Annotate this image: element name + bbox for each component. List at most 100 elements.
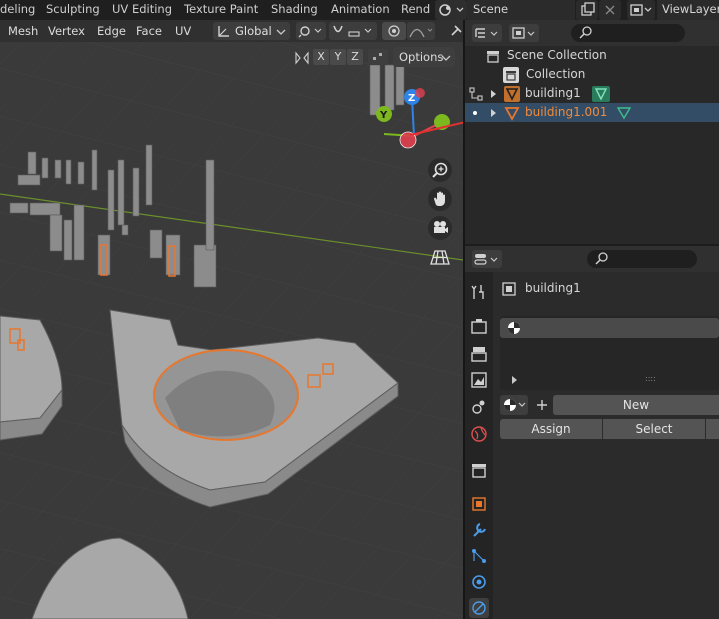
mirror-icon (295, 51, 309, 65)
outliner-row-label: Scene Collection (507, 48, 607, 62)
view-layer-tab-icon[interactable] (469, 370, 489, 390)
workspace-tab-shading[interactable]: Shading (271, 0, 318, 20)
face-menu[interactable]: Face (136, 20, 162, 42)
object-tab-icon[interactable] (469, 494, 489, 514)
scene-icon (439, 4, 464, 16)
camera-view-button[interactable] (428, 216, 452, 240)
outliner-row-label: building1 (525, 86, 581, 100)
overlay-toggle[interactable] (368, 49, 388, 65)
viewport-header: Mesh Vertex Edge Face UV Global (0, 20, 463, 42)
properties-search-input[interactable] (587, 250, 697, 268)
material-sphere-icon (508, 322, 520, 334)
transform-orientation-dropdown[interactable]: Global (213, 22, 290, 40)
grid-perspective-icon (430, 250, 450, 265)
proportional-edit-icon (388, 25, 400, 37)
workspace-bar: deling Sculpting UV Editing Texture Pain… (0, 0, 719, 20)
pivot-icon (298, 26, 322, 38)
outliner-row-scene-collection[interactable]: Scene Collection (465, 46, 719, 65)
properties-header (465, 246, 719, 272)
material-sphere-icon (504, 399, 526, 411)
deselect-material-button[interactable] (706, 419, 719, 439)
select-material-button[interactable]: Select (603, 419, 705, 439)
mirror-y-toggle[interactable]: Y (330, 49, 346, 65)
chevron-down-icon (441, 55, 451, 61)
proportional-editing-toggle[interactable] (382, 22, 406, 40)
new-scene-button[interactable] (576, 0, 598, 20)
mirror-z-toggle[interactable]: Z (347, 49, 363, 65)
workspace-tab-rendering[interactable]: Rend (401, 0, 430, 20)
scene-name-field[interactable]: Scene (467, 0, 575, 20)
workspace-tab-uv-editing[interactable]: UV Editing (112, 0, 172, 20)
proportional-falloff-dropdown[interactable] (407, 22, 435, 40)
mirror-x-toggle[interactable]: X (313, 49, 329, 65)
outliner-view-icon (475, 28, 498, 38)
scene-selector-button[interactable] (435, 0, 467, 20)
material-slot-row[interactable] (500, 318, 719, 338)
outliner-header (465, 20, 719, 46)
perspective-toggle-button[interactable] (428, 245, 452, 269)
view-layer-name-field[interactable]: ViewLayer (657, 0, 719, 20)
delete-scene-button[interactable] (599, 0, 621, 20)
filter-dropdown[interactable] (509, 24, 539, 42)
expand-arrow-icon[interactable] (489, 105, 499, 121)
snap-dropdown[interactable] (329, 22, 377, 40)
workspace-tab-modeling[interactable]: deling (0, 0, 35, 20)
physics-tab-icon[interactable] (469, 572, 489, 592)
vertex-menu[interactable]: Vertex (48, 20, 85, 42)
options-dropdown[interactable]: Options (393, 47, 455, 67)
workspace-tab-animation[interactable]: Animation (331, 0, 390, 20)
collection-icon (503, 67, 519, 83)
edge-menu[interactable]: Edge (97, 20, 126, 42)
workspace-tab-sculpting[interactable]: Sculpting (46, 0, 100, 20)
object-icon (502, 282, 516, 296)
list-resize-handle[interactable]: :::: (645, 374, 656, 383)
zoom-button[interactable] (428, 158, 452, 182)
pivot-point-dropdown[interactable] (296, 22, 326, 40)
expand-list-icon[interactable] (510, 375, 520, 385)
scene-collection-icon (487, 51, 499, 63)
close-icon (605, 5, 615, 15)
new-material-button[interactable]: New (553, 395, 719, 415)
outliner-row-label: building1.001 (525, 105, 608, 119)
constraints-tab-icon[interactable] (469, 598, 489, 618)
hand-icon (434, 191, 445, 206)
browse-material-dropdown[interactable] (500, 395, 528, 415)
duplicate-icon (581, 2, 595, 16)
assign-material-button[interactable]: Assign (500, 419, 602, 439)
view-layer-selector-button[interactable] (627, 0, 655, 20)
properties-editor-icon (474, 254, 498, 265)
outliner-row-building1-001[interactable]: building1.001 (465, 103, 719, 122)
scene-tab-icon[interactable] (469, 397, 489, 417)
outliner-row-collection[interactable]: Collection (465, 65, 719, 84)
expand-arrow-icon[interactable] (489, 86, 499, 102)
plus-icon[interactable] (535, 398, 549, 412)
view-layer-icon (630, 4, 652, 16)
orientation-icon (218, 26, 229, 37)
modifier-tab-icon[interactable] (469, 520, 489, 540)
search-icon (595, 252, 608, 265)
display-mode-dropdown[interactable] (472, 24, 502, 42)
pan-button[interactable] (428, 187, 452, 211)
3d-viewport[interactable]: Y Z (0, 20, 463, 619)
editor-type-dropdown[interactable] (472, 250, 502, 268)
uv-menu[interactable]: UV (175, 20, 191, 42)
pin-icon[interactable] (449, 22, 463, 40)
mesh-menu[interactable]: Mesh (8, 20, 38, 42)
outliner-search-input[interactable] (571, 24, 685, 42)
outliner-row-building1[interactable]: building1 (465, 84, 719, 103)
snap-icon (333, 25, 372, 37)
chevron-down-icon (276, 29, 286, 35)
mesh-data-icon[interactable] (591, 85, 611, 103)
mesh-data-icon[interactable] (615, 104, 633, 122)
orientation-label: Global (235, 24, 272, 38)
particles-tab-icon[interactable] (469, 546, 489, 566)
workspace-tab-texture-paint[interactable]: Texture Paint (184, 0, 258, 20)
object-name-label: building1 (525, 281, 581, 295)
world-tab-icon[interactable] (469, 424, 489, 444)
render-tab-icon[interactable] (469, 316, 489, 336)
dots-icon (373, 53, 382, 60)
viewport-scene: Y Z (0, 20, 463, 619)
collection-tab-icon[interactable] (469, 460, 489, 480)
tool-tab-icon[interactable] (469, 282, 489, 302)
output-tab-icon[interactable] (469, 344, 489, 364)
